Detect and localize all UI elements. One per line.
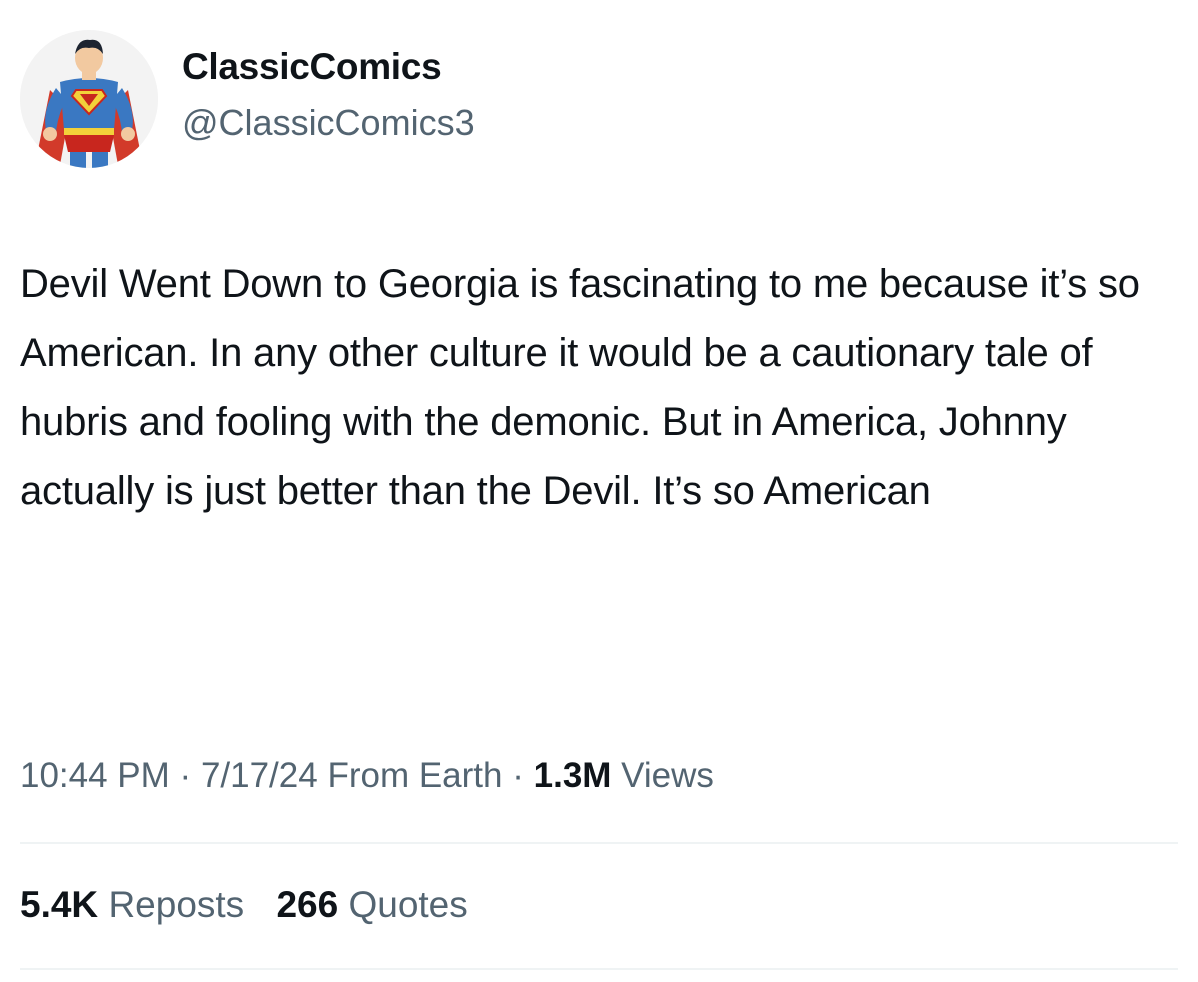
reposts-count: 5.4K <box>20 884 99 925</box>
reposts-label: Reposts <box>108 884 245 925</box>
author-handle[interactable]: @ClassicComics3 <box>182 102 475 144</box>
views-count: 1.3M <box>533 756 612 795</box>
quotes-label: Quotes <box>348 884 468 925</box>
quotes-stat[interactable]: 266 Quotes <box>276 884 467 925</box>
engagement-stats: 5.4K Reposts 266 Quotes <box>20 884 468 926</box>
meta-separator: · <box>512 756 524 795</box>
avatar[interactable] <box>20 30 158 168</box>
views-label: Views <box>621 756 714 795</box>
divider <box>20 842 1178 844</box>
tweet-date[interactable]: 7/17/24 <box>201 756 318 795</box>
meta-separator: · <box>179 756 192 795</box>
tweet-source: From Earth <box>327 756 503 795</box>
tweet-time[interactable]: 10:44 PM <box>20 756 170 795</box>
author-display-name[interactable]: ClassicComics <box>182 46 442 88</box>
quotes-count: 266 <box>276 884 339 925</box>
divider <box>20 968 1178 970</box>
superman-avatar-icon <box>20 30 158 168</box>
reposts-stat[interactable]: 5.4K Reposts <box>20 884 244 925</box>
tweet-text: Devil Went Down to Georgia is fascinatin… <box>20 262 1140 513</box>
tweet-metadata: 10:44 PM · 7/17/24 From Earth · 1.3M Vie… <box>20 756 714 796</box>
